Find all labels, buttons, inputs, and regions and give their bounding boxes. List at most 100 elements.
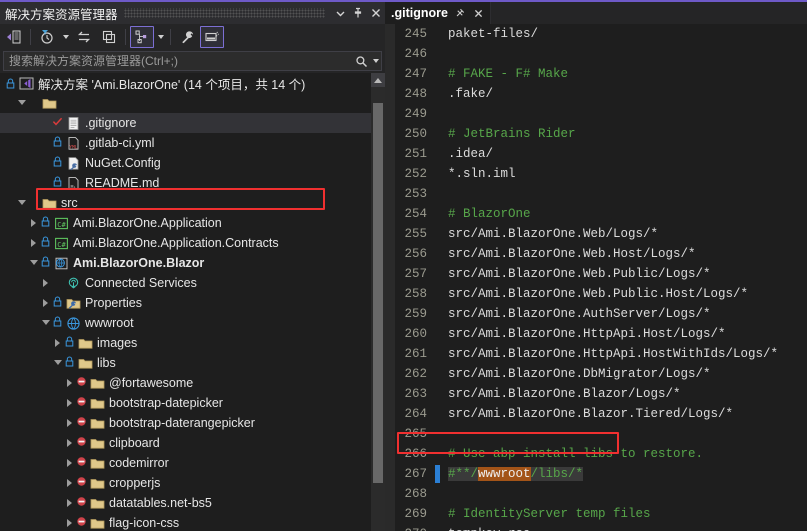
code-line-250[interactable]: 250 # JetBrains Rider bbox=[385, 124, 807, 144]
code-editor-area[interactable]: 245 paket-files/246 247 # FAKE - F# Make 248… bbox=[385, 24, 807, 531]
show-all-files-dropdown-icon[interactable] bbox=[155, 26, 166, 48]
tree-item-label: images bbox=[97, 336, 138, 350]
code-line-263[interactable]: 263 src/Ami.BlazorOne.Blazor/Logs/* bbox=[385, 384, 807, 404]
tree-item-bootstrap-daterangepicker[interactable]: bootstrap-daterangepicker bbox=[0, 413, 371, 433]
tree-item-src[interactable]: src bbox=[0, 193, 371, 213]
search-options-dropdown-icon[interactable] bbox=[370, 59, 381, 63]
pending-changes-icon[interactable] bbox=[35, 26, 59, 48]
sync-with-active-document-icon[interactable] bbox=[72, 26, 96, 48]
code-line-264[interactable]: 264 src/Ami.BlazorOne.Blazor.Tiered/Logs/… bbox=[385, 404, 807, 424]
code-line-258[interactable]: 258 src/Ami.BlazorOne.Web.Public.Host/Log… bbox=[385, 284, 807, 304]
scrollbar-track[interactable] bbox=[371, 87, 385, 531]
tree-item-datatables-net-bs5[interactable]: datatables.net-bs5 bbox=[0, 493, 371, 513]
code-line-248[interactable]: 248 .fake/ bbox=[385, 84, 807, 104]
code-text: .idea/ bbox=[448, 147, 494, 161]
code-line-269[interactable]: 269 # IdentityServer temp files bbox=[385, 504, 807, 524]
tree-item-images[interactable]: images bbox=[0, 333, 371, 353]
folder-icon bbox=[88, 493, 106, 513]
expander-closed-icon[interactable] bbox=[64, 373, 75, 393]
expander-closed-icon[interactable] bbox=[64, 433, 75, 453]
tree-item-codemirror[interactable]: codemirror bbox=[0, 453, 371, 473]
code-line-249[interactable]: 249 bbox=[385, 104, 807, 124]
expander-open-icon[interactable] bbox=[40, 313, 51, 333]
expander-closed-icon[interactable] bbox=[28, 213, 39, 233]
expander-closed-icon[interactable] bbox=[64, 473, 75, 493]
tree-item-flag-icon-css[interactable]: flag-icon-css bbox=[0, 513, 371, 531]
lock-icon bbox=[4, 73, 17, 93]
solution-root-row[interactable]: 解决方案 'Ami.BlazorOne' (14 个项目，共 14 个) bbox=[0, 73, 371, 93]
line-number: 246 bbox=[404, 47, 427, 61]
code-line-253[interactable]: 253 bbox=[385, 184, 807, 204]
tree-item-ami-blazorone-application-contracts[interactable]: C# Ami.BlazorOne.Application.Contracts bbox=[0, 233, 371, 253]
code-line-247[interactable]: 247 # FAKE - F# Make bbox=[385, 64, 807, 84]
code-text: src/Ami.BlazorOne.Web.Host/Logs/* bbox=[448, 247, 696, 261]
code-line-257[interactable]: 257 src/Ami.BlazorOne.Web.Public/Logs/* bbox=[385, 264, 807, 284]
tree-item-connected-services[interactable]: Connected Services bbox=[0, 273, 371, 293]
expander-closed-icon[interactable] bbox=[64, 413, 75, 433]
code-line-260[interactable]: 260 src/Ami.BlazorOne.HttpApi.Host/Logs/* bbox=[385, 324, 807, 344]
tab-gitignore[interactable]: .gitignore bbox=[385, 2, 491, 24]
expander-closed-icon[interactable] bbox=[64, 453, 75, 473]
expander-closed-icon[interactable] bbox=[64, 513, 75, 531]
scroll-up-arrow-icon[interactable] bbox=[371, 73, 385, 87]
pin-icon[interactable] bbox=[453, 5, 467, 21]
show-all-files-icon[interactable] bbox=[130, 26, 154, 48]
tree-item-unnamed-0[interactable] bbox=[0, 93, 371, 113]
code-line-270[interactable]: 270 tempkey.rsa bbox=[385, 524, 807, 531]
code-line-246[interactable]: 246 bbox=[385, 44, 807, 64]
tree-item-gitignore[interactable]: .gitignore bbox=[0, 113, 371, 133]
tree-item-cropperjs[interactable]: cropperjs bbox=[0, 473, 371, 493]
expander-open-icon[interactable] bbox=[28, 253, 39, 273]
expander-closed-icon[interactable] bbox=[64, 493, 75, 513]
code-line-245[interactable]: 245 paket-files/ bbox=[385, 24, 807, 44]
pending-changes-dropdown-icon[interactable] bbox=[60, 26, 71, 48]
tree-item-bootstrap-datepicker[interactable]: bootstrap-datepicker bbox=[0, 393, 371, 413]
code-line-252[interactable]: 252 *.sln.iml bbox=[385, 164, 807, 184]
expander-closed-icon[interactable] bbox=[28, 233, 39, 253]
code-line-266[interactable]: 266 # Use abp install-libs to restore. bbox=[385, 444, 807, 464]
close-icon[interactable] bbox=[367, 4, 385, 22]
search-input[interactable] bbox=[4, 51, 352, 71]
code-line-256[interactable]: 256 src/Ami.BlazorOne.Web.Host/Logs/* bbox=[385, 244, 807, 264]
code-line-267[interactable]: 267 #**/wwwroot/libs/* bbox=[385, 464, 807, 484]
search-icon[interactable] bbox=[352, 55, 370, 68]
code-line-255[interactable]: 255 src/Ami.BlazorOne.Web/Logs/* bbox=[385, 224, 807, 244]
collapse-all-icon[interactable] bbox=[97, 26, 121, 48]
preview-selected-items-icon[interactable] bbox=[200, 26, 224, 48]
tree-item-ami-blazorone-application[interactable]: C# Ami.BlazorOne.Application bbox=[0, 213, 371, 233]
expander-closed-icon[interactable] bbox=[52, 333, 63, 353]
solution-tree-scrollbar[interactable] bbox=[371, 73, 385, 531]
pin-icon[interactable] bbox=[349, 4, 367, 22]
close-icon[interactable] bbox=[472, 5, 486, 21]
expander-closed-icon[interactable] bbox=[40, 293, 51, 313]
properties-icon[interactable] bbox=[175, 26, 199, 48]
code-line-262[interactable]: 262 src/Ami.BlazorOne.DbMigrator/Logs/* bbox=[385, 364, 807, 384]
tree-item-clipboard[interactable]: clipboard bbox=[0, 433, 371, 453]
code-line-251[interactable]: 251 .idea/ bbox=[385, 144, 807, 164]
home-icon[interactable] bbox=[2, 26, 26, 48]
tree-item-libs[interactable]: libs bbox=[0, 353, 371, 373]
expander-closed-icon[interactable] bbox=[40, 273, 51, 293]
code-line-254[interactable]: 254 # BlazorOne bbox=[385, 204, 807, 224]
expander-open-icon[interactable] bbox=[52, 353, 63, 373]
code-line-261[interactable]: 261 src/Ami.BlazorOne.HttpApi.HostWithIds… bbox=[385, 344, 807, 364]
expander-open-icon[interactable] bbox=[16, 93, 27, 113]
solution-tree[interactable]: 解决方案 'Ami.BlazorOne' (14 个项目，共 14 个) .gi… bbox=[0, 73, 371, 531]
tree-item-gitlab-ci-yml[interactable]: YML .gitlab-ci.yml bbox=[0, 133, 371, 153]
search-box[interactable] bbox=[3, 51, 382, 71]
tree-item-fortawesome[interactable]: @fortawesome bbox=[0, 373, 371, 393]
chevron-down-icon[interactable] bbox=[331, 4, 349, 22]
status-icon-slot bbox=[75, 433, 88, 453]
scrollbar-thumb[interactable] bbox=[373, 103, 383, 483]
tree-item-readme-md[interactable]: M↓ README.md bbox=[0, 173, 371, 193]
code-line-268[interactable]: 268 bbox=[385, 484, 807, 504]
code-line-265[interactable]: 265 bbox=[385, 424, 807, 444]
code-line-259[interactable]: 259 src/Ami.BlazorOne.AuthServer/Logs/* bbox=[385, 304, 807, 324]
tree-item-nuget-config[interactable]: NuGet.Config bbox=[0, 153, 371, 173]
folder-icon bbox=[40, 193, 58, 213]
tree-item-ami-blazorone-blazor[interactable]: Ami.BlazorOne.Blazor bbox=[0, 253, 371, 273]
expander-open-icon[interactable] bbox=[16, 193, 27, 213]
tree-item-properties[interactable]: Properties bbox=[0, 293, 371, 313]
tree-item-wwwroot[interactable]: wwwroot bbox=[0, 313, 371, 333]
expander-closed-icon[interactable] bbox=[64, 393, 75, 413]
